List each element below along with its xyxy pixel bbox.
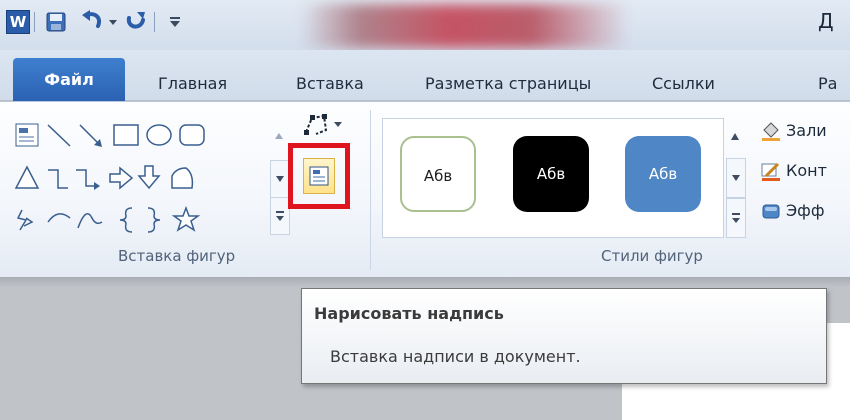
shape-effects-label: Эфф (786, 201, 825, 220)
tooltip-title: Нарисовать надпись (314, 304, 504, 323)
styles-scroll-down-button[interactable] (726, 158, 746, 198)
rounded-rectangle-shape-icon[interactable] (179, 124, 205, 146)
expand-gallery-icon (732, 213, 740, 223)
quick-access-divider (154, 12, 155, 32)
ribbon-shadow (0, 277, 850, 287)
star-shape-icon[interactable] (171, 205, 201, 232)
text-box-highlight (303, 158, 335, 194)
line-shape-icon[interactable] (47, 124, 71, 147)
shape-fill-label: Зали (786, 121, 827, 140)
quick-access-divider (34, 12, 35, 32)
redo-icon[interactable] (125, 10, 147, 32)
chevron-down-icon (276, 176, 284, 182)
right-arrow-shape-icon[interactable] (109, 166, 134, 190)
edit-shape-icon[interactable] (302, 112, 346, 138)
arrow-shape-icon[interactable] (79, 124, 102, 147)
text-box-icon (309, 166, 329, 186)
flowchart-shape-icon[interactable] (171, 167, 194, 189)
shapes-gallery[interactable] (14, 122, 276, 244)
tab-home[interactable]: Главная (158, 74, 227, 93)
triangle-shape-icon[interactable] (14, 165, 40, 189)
save-icon[interactable] (46, 12, 66, 32)
shape-fill-button[interactable]: Зали (760, 118, 850, 146)
curve-shape-icon[interactable] (77, 213, 103, 229)
shape-style-chip[interactable]: Абв (625, 136, 701, 212)
shape-effects-button[interactable]: Эфф (760, 198, 850, 226)
down-arrow-shape-icon[interactable] (137, 165, 161, 190)
left-brace-icon[interactable] (119, 207, 133, 233)
rectangle-shape-icon[interactable] (113, 124, 139, 146)
expand-gallery-icon (276, 211, 284, 221)
group-label-shape-styles: Стили фигур (601, 247, 703, 265)
undo-dropdown-icon[interactable] (107, 14, 119, 28)
elbow-connector-icon[interactable] (48, 169, 68, 189)
elbow-arrow-connector-icon[interactable] (76, 169, 100, 190)
oval-shape-icon[interactable] (146, 124, 172, 146)
tooltip-description: Вставка надписи в документ. (330, 347, 581, 366)
shape-style-chip[interactable]: Абв (400, 136, 476, 212)
blurred-window-title (300, 4, 630, 48)
styles-more-button[interactable] (726, 198, 746, 238)
group-divider (370, 110, 371, 270)
title-bar: W Д (0, 0, 850, 50)
customize-quick-access-icon[interactable] (168, 13, 182, 29)
tab-page-layout[interactable]: Разметка страницы (425, 74, 591, 93)
tab-review[interactable]: Ра (818, 74, 850, 93)
right-brace-icon[interactable] (147, 207, 161, 233)
group-label-insert-shapes: Вставка фигур (118, 247, 236, 265)
pencil-outline-icon (761, 162, 780, 181)
tooltip: Нарисовать надпись Вставка надписи в док… (301, 288, 827, 384)
text-box-shape-icon[interactable] (15, 123, 39, 147)
gallery-scroll-up-icon[interactable] (270, 117, 288, 157)
styles-scroll-up-icon[interactable] (726, 118, 744, 156)
undo-icon[interactable] (80, 10, 104, 32)
tab-insert[interactable]: Вставка (296, 74, 364, 93)
shape-style-chip[interactable]: Абв (513, 136, 589, 212)
window-title: Д (818, 9, 834, 33)
gallery-scroll-down-button[interactable] (270, 160, 290, 198)
tab-file[interactable]: Файл (13, 58, 125, 104)
shape-outline-button[interactable]: Конт (760, 158, 850, 186)
shape-outline-label: Конт (786, 161, 827, 180)
tab-references[interactable]: Ссылки (652, 74, 715, 93)
word-icon[interactable]: W (6, 10, 30, 34)
draw-text-box-button[interactable] (288, 143, 350, 209)
paint-bucket-icon (762, 122, 780, 141)
freeform-shape-icon[interactable] (16, 209, 34, 231)
gallery-more-button[interactable] (270, 197, 290, 235)
shape-effects-icon (762, 204, 780, 219)
chevron-down-icon (732, 175, 740, 181)
arc-shape-icon[interactable] (47, 213, 71, 223)
